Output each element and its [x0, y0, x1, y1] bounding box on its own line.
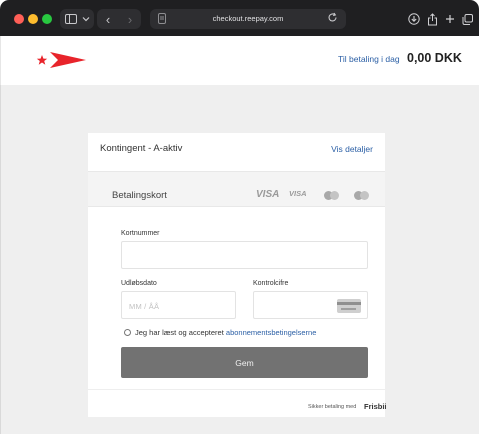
- browser-toolbar: ‹ › checkout.reepay.com: [0, 0, 479, 36]
- payment-method-header: Betalingskort VISA VISA: [88, 171, 385, 207]
- frisbii-logo: Frisbii: [364, 402, 387, 411]
- close-window-button[interactable]: [14, 14, 24, 24]
- terms-link[interactable]: abonnementsbetingelserne: [226, 328, 316, 337]
- chevron-down-icon: [82, 17, 89, 22]
- address-bar[interactable]: checkout.reepay.com: [150, 9, 346, 29]
- share-icon: [427, 12, 437, 25]
- new-tab-button[interactable]: [441, 9, 459, 29]
- forward-button[interactable]: ›: [119, 12, 141, 27]
- new-tab-icon: [446, 15, 454, 23]
- back-arrow-icon: ‹: [105, 11, 111, 27]
- back-button[interactable]: ‹: [97, 12, 119, 27]
- tabs-overview-icon: [462, 13, 473, 25]
- visa-logo: VISA: [256, 189, 280, 200]
- card-number-label: Kortnummer: [121, 230, 160, 237]
- plan-name: Kontingent - A-aktiv: [100, 143, 183, 154]
- save-button[interactable]: Gem: [121, 347, 368, 378]
- expiry-label: Udløbsdato: [121, 280, 157, 287]
- expiry-input[interactable]: MM / ÅÅ: [121, 291, 236, 319]
- sidebar-icon: [64, 14, 77, 24]
- maestro-icon: [354, 191, 370, 200]
- show-details-link[interactable]: Vis detaljer: [331, 144, 373, 154]
- download-button[interactable]: [405, 9, 423, 29]
- sidebar-toggle-button[interactable]: [60, 9, 94, 29]
- payment-method-label: Betalingskort: [112, 190, 167, 201]
- cvc-label: Kontrolcifre: [253, 280, 289, 287]
- terms-text: Jeg har læst og accepteret abonnementsbe…: [135, 328, 316, 337]
- visa-electron-logo: VISA: [289, 189, 307, 198]
- secure-payment-text: Sikker betaling med: [308, 404, 357, 410]
- expiry-placeholder: MM / ÅÅ: [129, 302, 160, 311]
- card-footer-divider: [88, 389, 385, 390]
- star-arrow-logo: [36, 52, 86, 68]
- reload-icon[interactable]: [327, 12, 338, 23]
- navigation-buttons: ‹ ›: [97, 9, 141, 29]
- terms-checkbox[interactable]: [124, 329, 131, 336]
- url-text: checkout.reepay.com: [212, 14, 284, 23]
- card-back-icon: [337, 299, 361, 313]
- share-button[interactable]: [423, 9, 441, 29]
- amount-due-label: Til betaling i dag: [338, 54, 400, 64]
- forward-arrow-icon: ›: [127, 11, 133, 27]
- terms-prefix: Jeg har læst og accepteret: [135, 328, 224, 337]
- cvc-input[interactable]: [253, 291, 368, 319]
- tabs-overview-button[interactable]: [458, 9, 476, 29]
- mastercard-icon: [324, 191, 340, 200]
- amount-due-value: 0,00 DKK: [407, 51, 462, 65]
- minimize-window-button[interactable]: [28, 14, 38, 24]
- card-number-input[interactable]: [121, 241, 368, 269]
- download-icon: [408, 13, 420, 25]
- zoom-window-button[interactable]: [42, 14, 52, 24]
